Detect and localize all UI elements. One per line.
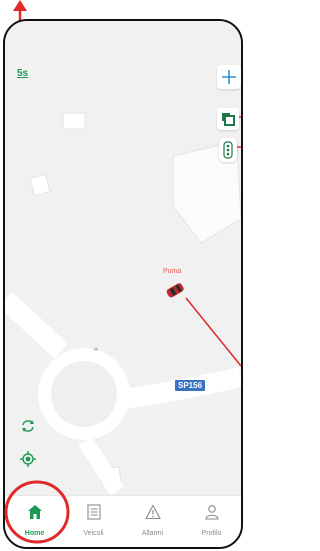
list-icon	[86, 504, 101, 520]
tab-profilo-label: Profilo	[201, 530, 222, 537]
plus-icon	[222, 70, 236, 84]
user-icon	[204, 505, 219, 520]
home-icon	[27, 505, 42, 519]
tab-veicoli-label: Veicoli	[83, 530, 104, 537]
roundabout-island	[51, 361, 117, 427]
traffic-button[interactable]	[219, 138, 237, 162]
add-button[interactable]	[217, 65, 241, 89]
layers-button[interactable]	[217, 108, 239, 130]
tab-allarmi-label: Allarmi	[141, 530, 164, 537]
building	[62, 112, 86, 130]
warning-icon	[144, 504, 161, 520]
tab-home-label: Home	[24, 530, 45, 537]
map-view[interactable]	[5, 21, 241, 547]
tab-allarmi[interactable]: Allarmi	[123, 496, 182, 547]
traffic-light-icon	[223, 141, 233, 159]
layers-icon	[222, 113, 235, 126]
locate-icon[interactable]	[19, 450, 37, 468]
rotate-icon[interactable]	[19, 417, 37, 435]
road-label: SP156	[175, 380, 206, 391]
tab-home[interactable]: Home	[5, 496, 64, 547]
tab-profilo[interactable]: Profilo	[182, 496, 241, 547]
vehicle-label: Puma	[163, 268, 182, 275]
bottom-tab-bar: Home Veicoli Allarmi Profilo	[5, 495, 241, 547]
tab-veicoli[interactable]: Veicoli	[64, 496, 123, 547]
phone-frame: 5s Puma SP156 Home Veicoli Allarmi Profi…	[3, 19, 243, 549]
refresh-interval[interactable]: 5s	[17, 68, 28, 79]
